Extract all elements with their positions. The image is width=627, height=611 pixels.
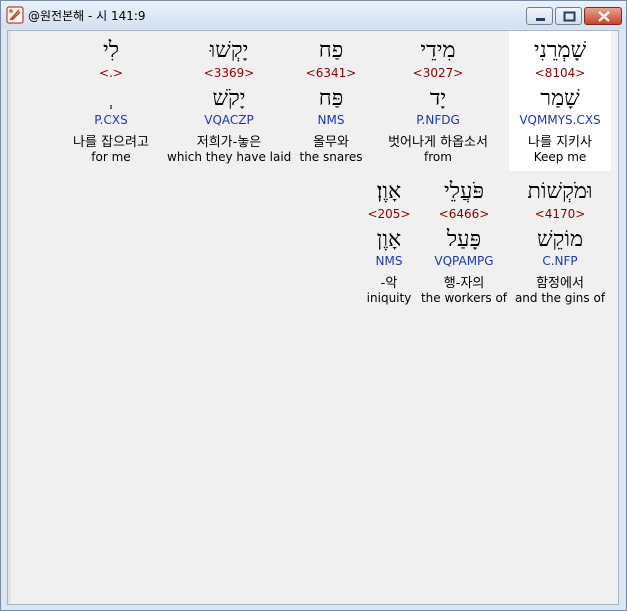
app-icon[interactable] (6, 6, 24, 24)
word-block[interactable]: פֹּעֲלֵי <6466> פָּעַל VQPAMPG 행-자의 the … (420, 174, 508, 314)
hebrew-word: אָוֶן׃ (376, 179, 402, 204)
english-gloss: which they have laid (167, 150, 292, 164)
hebrew-word: שָׁמְרֵנִי (533, 38, 587, 63)
parse-code[interactable]: P.NFDG (370, 113, 506, 127)
maximize-button[interactable] (555, 7, 582, 25)
english-gloss: for me (91, 150, 131, 164)
korean-gloss: 나를 잡으려고 (73, 135, 149, 150)
window-title: @원전본해 - 시 141:9 (28, 9, 146, 23)
strong-number[interactable]: <.> (58, 66, 164, 80)
parse-code[interactable]: NMS (363, 254, 415, 268)
hebrew-lemma: מוֹקֵשׁ (536, 227, 584, 252)
english-gloss: the workers of (420, 291, 508, 305)
hebrew-word: יָקְשׁוּ (209, 38, 249, 63)
korean-gloss: 행-자의 (443, 276, 485, 291)
hebrew-lemma: יָד (429, 86, 447, 111)
word-block[interactable]: אָוֶן׃ <205> אָוֶן NMS -악 iniquity (363, 174, 415, 314)
close-button[interactable] (584, 7, 622, 25)
parse-code[interactable]: C.NFP (514, 254, 606, 268)
hebrew-lemma: ְ (58, 85, 164, 111)
strong-number[interactable]: <6341> (292, 66, 370, 80)
word-block[interactable]: לִי <.> ְ P.CXS 나를 잡으려고 for me (58, 31, 164, 171)
word-block[interactable]: שָׁמְרֵנִי <8104> שָׁמַר VQMMYS.CXS 나를 지… (509, 31, 611, 171)
parse-code[interactable]: VQACZP (167, 113, 291, 127)
hebrew-lemma: פַּח (318, 86, 344, 111)
hebrew-word: פַח (318, 38, 344, 63)
english-gloss: iniquity (366, 291, 412, 305)
word-block[interactable]: מִידֵי <3027> יָד P.NFDG 벗어나게 하옵소서 from (370, 31, 506, 171)
interlinear-panel[interactable]: שָׁמְרֵנִי <8104> שָׁמַר VQMMYS.CXS 나를 지… (7, 30, 619, 605)
korean-gloss: 나를 지키사 (528, 135, 592, 150)
minimize-icon (536, 18, 545, 21)
korean-gloss: 올무와 (313, 135, 349, 150)
hebrew-word: לִי (102, 38, 120, 63)
strong-number[interactable]: <3369> (167, 66, 291, 80)
title-bar[interactable]: @원전본해 - 시 141:9 (1, 1, 626, 29)
english-gloss: from (424, 150, 452, 164)
word-block[interactable]: פַח <6341> פַּח NMS 올무와 the snares (292, 31, 370, 171)
app-window: @원전본해 - 시 141:9 שָׁמְרֵנִי <8104> שָׁמַר… (0, 0, 627, 611)
parse-code[interactable]: VQPAMPG (420, 254, 508, 268)
word-block[interactable]: וּמֹקְשׁוֹת <4170> מוֹקֵשׁ C.NFP 함정에서 an… (514, 174, 606, 314)
english-gloss: Keep me (533, 150, 587, 164)
parse-code[interactable]: VQMMYS.CXS (509, 113, 611, 127)
hebrew-word: פֹּעֲלֵי (443, 179, 485, 204)
korean-gloss: 저희가-놓은 (196, 135, 262, 150)
close-icon (598, 11, 610, 22)
strong-number[interactable]: <4170> (514, 207, 606, 221)
parse-code[interactable]: NMS (292, 113, 370, 127)
hebrew-lemma: יָקֹשׁ (212, 86, 246, 111)
parse-code[interactable]: P.CXS (58, 113, 164, 127)
korean-gloss: 함정에서 (536, 276, 584, 291)
hebrew-lemma: פָּעַל (446, 227, 482, 252)
strong-number[interactable]: <8104> (509, 66, 611, 80)
strong-number[interactable]: <6466> (420, 207, 508, 221)
maximize-icon (563, 11, 576, 22)
strong-number[interactable]: <3027> (370, 66, 506, 80)
hebrew-word: מִידֵי (420, 38, 456, 63)
english-gloss: and the gins of (514, 291, 606, 305)
hebrew-lemma: שָׁמַר (540, 86, 580, 111)
korean-gloss: -악 (380, 276, 398, 291)
hebrew-word: וּמֹקְשׁוֹת (527, 179, 593, 204)
minimize-button[interactable] (526, 7, 553, 25)
word-block[interactable]: יָקְשׁוּ <3369> יָקֹשׁ VQACZP 저희가-놓은 whi… (167, 31, 291, 171)
hebrew-lemma: אָוֶן (376, 227, 402, 252)
korean-gloss: 벗어나게 하옵소서 (388, 135, 488, 150)
english-gloss: the snares (299, 150, 363, 164)
strong-number[interactable]: <205> (363, 207, 415, 221)
